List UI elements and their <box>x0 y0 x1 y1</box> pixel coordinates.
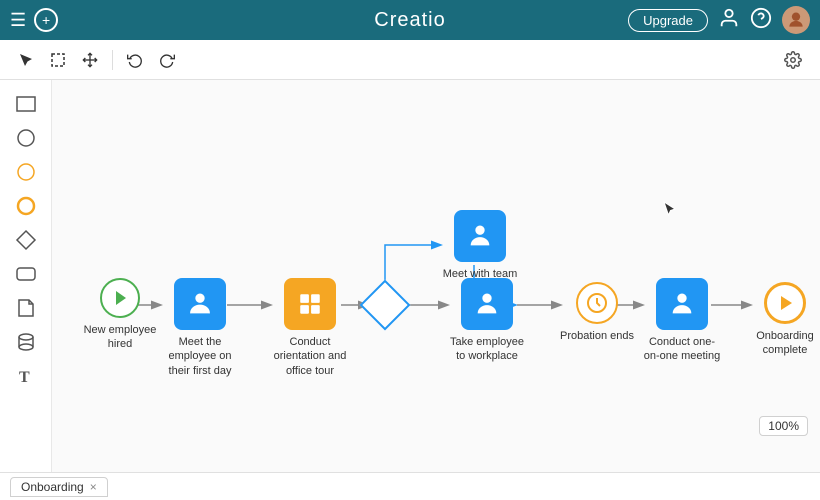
task3-shape <box>461 278 513 330</box>
upgrade-button[interactable]: Upgrade <box>628 9 708 32</box>
circle-solid-tool[interactable] <box>10 124 42 152</box>
node-task3[interactable]: Take employee to workplace <box>447 278 527 364</box>
task-upper-shape <box>454 210 506 262</box>
toolbar-divider <box>112 50 113 70</box>
diamond-tool[interactable] <box>10 226 42 254</box>
area-select-button[interactable] <box>44 48 72 72</box>
undo-button[interactable] <box>121 48 149 72</box>
node-task3-label: Take employee to workplace <box>447 335 527 364</box>
node-task2-label: Conduct orientation and office tour <box>270 335 350 378</box>
node-task4[interactable]: Conduct one-on-one meeting <box>642 278 722 364</box>
node-task2[interactable]: Conduct orientation and office tour <box>270 278 350 378</box>
rectangle-tool[interactable] <box>10 90 42 118</box>
user-icon[interactable] <box>718 7 740 34</box>
gateway-shape <box>360 280 411 331</box>
toolbar <box>0 40 820 80</box>
header-left: ☰ + <box>10 8 58 32</box>
task4-shape <box>656 278 708 330</box>
toolbar-right <box>778 47 808 73</box>
flow-area: New employee hired Meet the employee on … <box>52 80 820 472</box>
node-timer[interactable]: Probation ends <box>560 282 634 343</box>
circle-outline2-tool[interactable] <box>10 192 42 220</box>
node-timer-label: Probation ends <box>560 329 634 343</box>
avatar[interactable] <box>782 6 810 34</box>
node-task4-label: Conduct one-on-one meeting <box>642 335 722 364</box>
cursor-indicator <box>662 200 682 229</box>
timer-shape <box>576 282 618 324</box>
rounded-rect-tool[interactable] <box>10 260 42 288</box>
end-event-shape <box>764 282 806 324</box>
canvas: T <box>0 80 820 472</box>
document-tool[interactable] <box>10 294 42 322</box>
cylinder-tool[interactable] <box>10 328 42 356</box>
bottom-bar: Onboarding × <box>0 472 820 500</box>
node-start[interactable]: New employee hired <box>80 278 160 352</box>
arrows-svg <box>52 80 820 472</box>
gateway-wrapper <box>367 287 403 323</box>
app-title: Creatio <box>374 9 445 32</box>
shape-sidebar: T <box>0 80 52 472</box>
settings-button[interactable] <box>778 47 808 73</box>
zoom-indicator: 100% <box>759 416 808 436</box>
header: ☰ + Creatio Upgrade <box>0 0 820 40</box>
node-end[interactable]: Onboarding complete <box>750 282 820 358</box>
tab-onboarding[interactable]: Onboarding × <box>10 477 108 497</box>
task2-shape <box>284 278 336 330</box>
redo-button[interactable] <box>153 48 181 72</box>
select-tool-button[interactable] <box>12 48 40 72</box>
hamburger-icon[interactable]: ☰ <box>10 10 26 31</box>
svg-text:T: T <box>19 369 30 386</box>
task1-shape <box>174 278 226 330</box>
node-gateway[interactable] <box>367 287 403 323</box>
end-triangle-icon <box>781 296 792 310</box>
node-start-label: New employee hired <box>80 323 160 352</box>
circle-outline-tool[interactable] <box>10 158 42 186</box>
tab-label: Onboarding <box>21 480 84 494</box>
help-icon[interactable] <box>750 7 772 34</box>
node-task1-label: Meet the employee on their first day <box>160 335 240 378</box>
add-icon[interactable]: + <box>34 8 58 32</box>
start-triangle-icon <box>116 291 126 305</box>
tab-close-icon[interactable]: × <box>90 480 97 494</box>
start-event-shape <box>100 278 140 318</box>
header-right: Upgrade <box>628 6 810 34</box>
move-tool-button[interactable] <box>76 48 104 72</box>
node-task1[interactable]: Meet the employee on their first day <box>160 278 240 378</box>
text-tool[interactable]: T <box>10 362 42 390</box>
node-end-label: Onboarding complete <box>750 329 820 358</box>
